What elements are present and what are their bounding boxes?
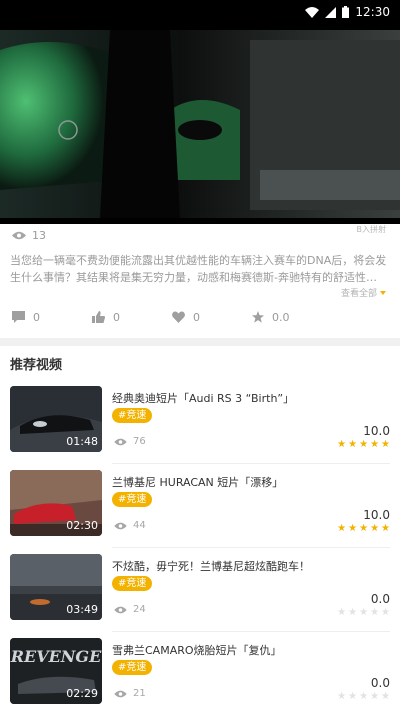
rating-score: 0.0 xyxy=(370,676,390,690)
rating-score: 0.0 xyxy=(370,592,390,606)
star-icon xyxy=(252,311,264,323)
thumbs-up-icon xyxy=(92,311,105,323)
recommend-title: 推荐视频 xyxy=(10,358,63,373)
video-thumbnail: 01:48 xyxy=(10,386,102,452)
status-bar: 12:30 xyxy=(0,0,400,24)
star-filled-icon: ★ xyxy=(381,439,390,450)
eye-icon xyxy=(114,690,127,697)
star-empty-icon: ★ xyxy=(337,691,347,702)
wifi-icon xyxy=(305,6,320,18)
item-title: 雪弗兰CAMARO烧胎短片「复仇」 xyxy=(112,644,282,657)
list-item[interactable]: 03:49 不炫酷，毋宁死！兰博基尼超炫酷跑车！ #竞速 24 0.0 ★ ★ ★ ★… xyxy=(0,548,400,632)
video-thumbnail: 03:49 xyxy=(10,554,102,620)
star-filled-icon: ★ xyxy=(359,523,369,534)
star-filled-icon: ★ xyxy=(348,439,358,450)
star-empty-icon: ★ xyxy=(381,691,390,702)
star-empty-icon: ★ xyxy=(348,607,358,618)
section-divider xyxy=(0,338,400,346)
thumbnail-logo-text: REVENGE xyxy=(10,647,102,666)
rating-button[interactable]: 0.0 xyxy=(240,311,320,324)
duration-label: 02:30 xyxy=(66,519,98,532)
eye-icon xyxy=(114,606,127,613)
star-empty-icon: ★ xyxy=(381,607,390,618)
star-empty-icon: ★ xyxy=(337,607,347,618)
view-count: 13 xyxy=(12,229,46,242)
item-view-count: 76 xyxy=(114,436,146,447)
action-bar: 0 0 0 0.0 xyxy=(0,300,400,334)
star-empty-icon: ★ xyxy=(359,607,369,618)
item-title: 兰博基尼 HURACAN 短片「漂移」 xyxy=(112,476,284,489)
corner-label: B入拼射 xyxy=(356,225,387,234)
star-filled-icon: ★ xyxy=(337,523,347,534)
video-thumbnail: REVENGE 02:29 xyxy=(10,638,102,704)
list-item[interactable]: REVENGE 02:29 雪弗兰CAMARO烧胎短片「复仇」 #竞速 21 0… xyxy=(0,632,400,711)
item-title: 不炫酷，毋宁死！兰博基尼超炫酷跑车！ xyxy=(112,560,310,573)
comment-button[interactable]: 0 xyxy=(0,311,80,324)
rating-score: 10.0 xyxy=(363,508,390,522)
category-tag[interactable]: #竞速 xyxy=(112,576,153,591)
category-tag[interactable]: #竞速 xyxy=(112,408,153,423)
star-empty-icon: ★ xyxy=(370,607,380,618)
rating-stars: ★ ★ ★ ★ ★ xyxy=(337,692,390,702)
heart-icon xyxy=(172,311,185,323)
star-filled-icon: ★ xyxy=(337,439,347,450)
duration-label: 03:49 xyxy=(66,603,98,616)
rating-score: 10.0 xyxy=(363,424,390,438)
eye-icon xyxy=(114,522,127,529)
eye-icon xyxy=(12,231,26,239)
star-filled-icon: ★ xyxy=(348,523,358,534)
star-empty-icon: ★ xyxy=(348,691,358,702)
star-filled-icon: ★ xyxy=(370,439,380,450)
item-title: 经典奥迪短片「Audi RS 3 “Birth”」 xyxy=(112,392,295,405)
expand-description-button[interactable]: 查看全部 xyxy=(341,286,386,299)
status-time: 12:30 xyxy=(355,5,390,19)
chevron-down-icon xyxy=(380,290,386,295)
battery-icon xyxy=(342,6,350,18)
star-empty-icon: ★ xyxy=(370,691,380,702)
rating-stars: ★ ★ ★ ★ ★ xyxy=(337,608,390,618)
item-view-count: 24 xyxy=(114,604,146,615)
star-filled-icon: ★ xyxy=(359,439,369,450)
item-view-count: 44 xyxy=(114,520,146,531)
star-filled-icon: ★ xyxy=(381,523,390,534)
video-player[interactable] xyxy=(0,24,400,224)
category-tag[interactable]: #竞速 xyxy=(112,492,153,507)
duration-label: 02:29 xyxy=(66,687,98,700)
video-stats: 13 B入拼射 xyxy=(12,225,388,242)
signal-icon xyxy=(325,6,337,18)
favorite-button[interactable]: 0 xyxy=(160,311,240,324)
video-thumbnail: 02:30 xyxy=(10,470,102,536)
category-tag[interactable]: #竞速 xyxy=(112,660,153,675)
like-button[interactable]: 0 xyxy=(80,311,160,324)
rating-stars: ★ ★ ★ ★ ★ xyxy=(337,524,390,534)
item-view-count: 21 xyxy=(114,688,146,699)
eye-icon xyxy=(114,438,127,445)
list-item[interactable]: 02:30 兰博基尼 HURACAN 短片「漂移」 #竞速 44 10.0 ★ ★… xyxy=(0,464,400,548)
duration-label: 01:48 xyxy=(66,435,98,448)
comment-icon xyxy=(12,311,25,323)
list-item[interactable]: 01:48 经典奥迪短片「Audi RS 3 “Birth”」 #竞速 76 1… xyxy=(0,380,400,464)
rating-stars: ★ ★ ★ ★ ★ xyxy=(337,440,390,450)
video-description: 当您给一辆毫不费劲便能流露出其优越性能的车辆注入赛车的DNA后，将会发生什么事情… xyxy=(10,254,387,284)
video-frame xyxy=(0,30,400,218)
star-filled-icon: ★ xyxy=(370,523,380,534)
star-empty-icon: ★ xyxy=(359,691,369,702)
